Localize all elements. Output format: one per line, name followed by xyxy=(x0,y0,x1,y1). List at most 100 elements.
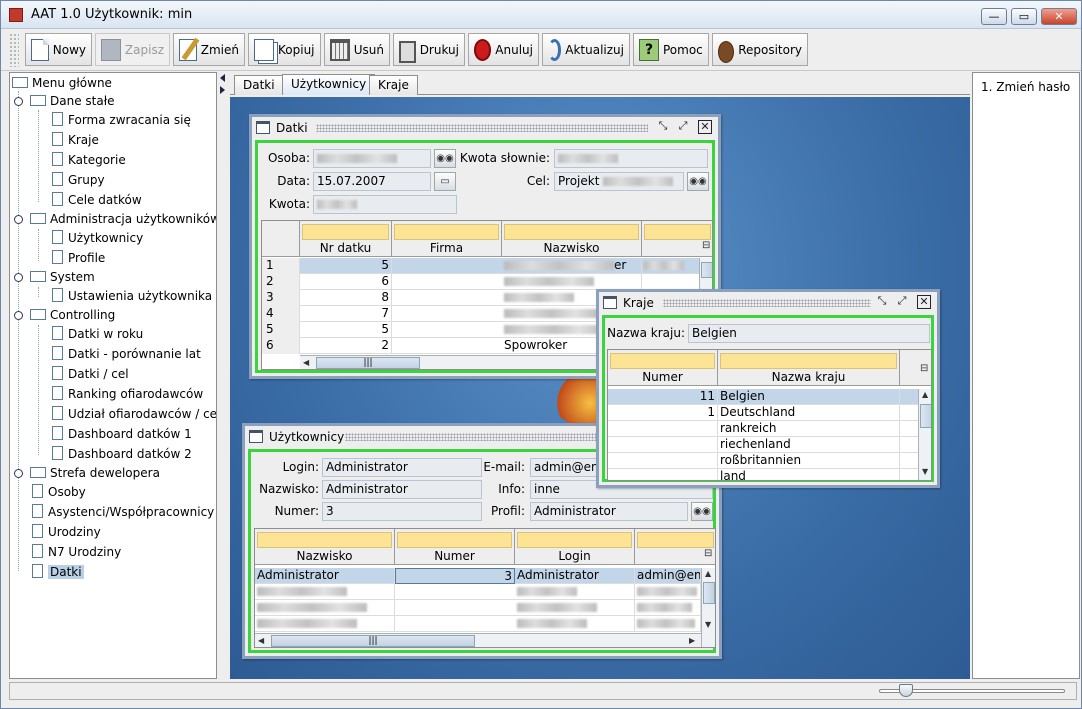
tree-item-kategorie[interactable]: Kategorie xyxy=(52,151,126,169)
toolbar-grip[interactable] xyxy=(9,33,19,67)
tree-item-datki[interactable]: Datki xyxy=(32,563,84,581)
refresh-button[interactable]: Aktualizuj xyxy=(542,33,630,66)
tree-item-asystenci[interactable]: Asystenci/Współpracownicy xyxy=(32,503,214,521)
column-header-email[interactable] xyxy=(635,529,715,565)
maximize-icon[interactable]: ⤢ xyxy=(676,120,690,134)
tree-item-grupy[interactable]: Grupy xyxy=(52,171,105,189)
filter-cell[interactable] xyxy=(257,532,392,548)
tree-item-cele-datkow[interactable]: Cele datków xyxy=(52,191,142,209)
table-row[interactable]: rankreich xyxy=(608,421,931,437)
nazwisko-field[interactable]: Administrator xyxy=(322,480,482,499)
tree-root[interactable]: Menu główne xyxy=(12,74,112,92)
table-row[interactable]: riechenland xyxy=(608,437,931,453)
filter-cell[interactable] xyxy=(517,532,632,548)
tree-item-kraje[interactable]: Kraje xyxy=(52,131,99,149)
table-row[interactable] xyxy=(255,600,715,616)
tree-item-osoby[interactable]: Osoby xyxy=(32,483,86,501)
new-button[interactable]: Nowy xyxy=(25,33,92,66)
table-row[interactable]: Administrator 3 Administrator admin@em xyxy=(255,568,715,584)
tree-expander[interactable] xyxy=(14,469,23,478)
help-button[interactable]: ? Pomoc xyxy=(633,33,709,66)
minimize-icon[interactable]: ⤡ xyxy=(875,295,889,309)
tree-node-strefa[interactable]: Strefa dewelopera xyxy=(30,464,160,482)
tree-item-ustawienia[interactable]: Ustawienia użytkownika xyxy=(52,287,212,305)
maximize-button[interactable]: ▭ xyxy=(1011,8,1037,25)
column-header-nazwisko[interactable]: Nazwisko xyxy=(255,529,395,565)
tree-item-dashboard-1[interactable]: Dashboard datków 1 xyxy=(52,425,192,443)
print-button[interactable]: Drukuj xyxy=(393,33,465,66)
kwota-slownie-field[interactable] xyxy=(554,149,708,168)
tree-item-profile[interactable]: Profile xyxy=(52,249,105,267)
table-row[interactable]: 11 Belgien xyxy=(608,389,931,405)
table-row[interactable]: land xyxy=(608,469,931,480)
tree-item-n7-urodziny[interactable]: N7 Urodziny xyxy=(32,543,121,561)
tree-item-datki-porownanie[interactable]: Datki - porównanie lat xyxy=(52,345,201,363)
filter-cell[interactable] xyxy=(720,353,897,369)
column-selector-icon[interactable]: ⊟ xyxy=(920,363,928,374)
tree-expander[interactable] xyxy=(14,311,23,320)
tree-node-administracja[interactable]: Administracja użytkowników xyxy=(30,210,216,228)
binoculars-icon[interactable]: ◉◉ xyxy=(687,172,709,191)
login-field[interactable]: Administrator xyxy=(322,458,482,477)
column-selector-icon[interactable]: ⊟ xyxy=(702,240,710,251)
tree-node-system[interactable]: System xyxy=(30,268,95,286)
copy-button[interactable]: Kopiuj xyxy=(248,33,321,66)
minimize-button[interactable]: — xyxy=(981,8,1007,25)
column-header-nazwa-kraju[interactable]: Nazwa kraju xyxy=(718,350,900,386)
close-button[interactable]: ✕ xyxy=(1041,8,1077,25)
tree-item-uzytkownicy[interactable]: Użytkownicy xyxy=(52,229,143,247)
calendar-icon[interactable]: ▭ xyxy=(434,172,456,191)
osoba-field[interactable] xyxy=(313,149,431,168)
kraje-frame-header[interactable]: Kraje ⤡ ⤢ ✕ xyxy=(599,292,937,314)
filter-cell[interactable] xyxy=(644,224,711,240)
table-row[interactable]: 1 Deutschland xyxy=(608,405,931,421)
cel-field[interactable]: Projekt xyxy=(554,172,684,191)
filter-cell[interactable] xyxy=(637,532,714,548)
column-header-nr[interactable]: Nr datku xyxy=(300,221,392,257)
data-field[interactable]: 15.07.2007 xyxy=(313,172,431,191)
edit-button[interactable]: Zmień xyxy=(173,33,245,66)
tab-datki[interactable]: Datki xyxy=(234,75,284,95)
tree-node-controlling[interactable]: Controlling xyxy=(30,306,115,324)
split-divider-arrows[interactable] xyxy=(220,74,226,98)
close-icon[interactable]: ✕ xyxy=(917,295,931,309)
vertical-scrollbar[interactable]: ▲ ▼ xyxy=(918,389,931,480)
filter-cell[interactable] xyxy=(504,224,639,240)
table-row[interactable] xyxy=(255,616,715,632)
column-header-login[interactable]: Login xyxy=(515,529,635,565)
close-icon[interactable]: ✕ xyxy=(698,120,712,134)
horizontal-scrollbar[interactable]: ◀ ||| ▶ xyxy=(255,633,701,647)
tree-item-ranking[interactable]: Ranking ofiarodawców xyxy=(52,385,203,403)
tree-item-datki-w-roku[interactable]: Datki w roku xyxy=(52,325,143,343)
tab-uzytkownicy[interactable]: Użytkownicy xyxy=(282,74,376,95)
repository-button[interactable]: Repository xyxy=(712,33,808,66)
table-row[interactable]: 1 5 er xyxy=(262,258,712,274)
filter-cell[interactable] xyxy=(302,224,389,240)
tree-node-dane-stale[interactable]: Dane stałe xyxy=(30,92,115,110)
tree-item-dashboard-2[interactable]: Dashboard datków 2 xyxy=(52,445,192,463)
filter-cell[interactable] xyxy=(394,224,499,240)
vertical-scrollbar[interactable]: ▲ ▼ xyxy=(701,568,715,647)
tree-item-urodziny[interactable]: Urodziny xyxy=(32,523,101,541)
tree-item-forma[interactable]: Forma zwracania się xyxy=(52,111,191,129)
filter-cell[interactable] xyxy=(397,532,512,548)
column-header-extra[interactable] xyxy=(642,221,712,257)
column-header-nazwisko[interactable]: Nazwisko xyxy=(502,221,642,257)
datki-frame-header[interactable]: Datki ⤡ ⤢ ✕ xyxy=(252,117,718,139)
column-selector-icon[interactable]: ⊟ xyxy=(704,548,712,559)
table-row[interactable] xyxy=(255,584,715,600)
binoculars-icon[interactable]: ◉◉ xyxy=(691,502,713,521)
tree-item-datki-cel[interactable]: Datki / cel xyxy=(52,365,129,383)
minimize-icon[interactable]: ⤡ xyxy=(656,120,670,134)
numer-field[interactable]: 3 xyxy=(322,502,482,521)
profil-field[interactable]: Administrator xyxy=(530,502,688,521)
tab-kraje[interactable]: Kraje xyxy=(369,75,418,95)
column-header-numer[interactable]: Numer xyxy=(608,350,718,386)
filter-cell[interactable] xyxy=(610,353,715,369)
delete-button[interactable]: Usuń xyxy=(324,33,390,66)
table-row[interactable]: 26 xyxy=(262,274,712,290)
column-header-numer[interactable]: Numer xyxy=(395,529,515,565)
tree-expander[interactable] xyxy=(14,215,23,224)
maximize-icon[interactable]: ⤢ xyxy=(895,295,909,309)
table-row[interactable]: roßbritannien xyxy=(608,453,931,469)
